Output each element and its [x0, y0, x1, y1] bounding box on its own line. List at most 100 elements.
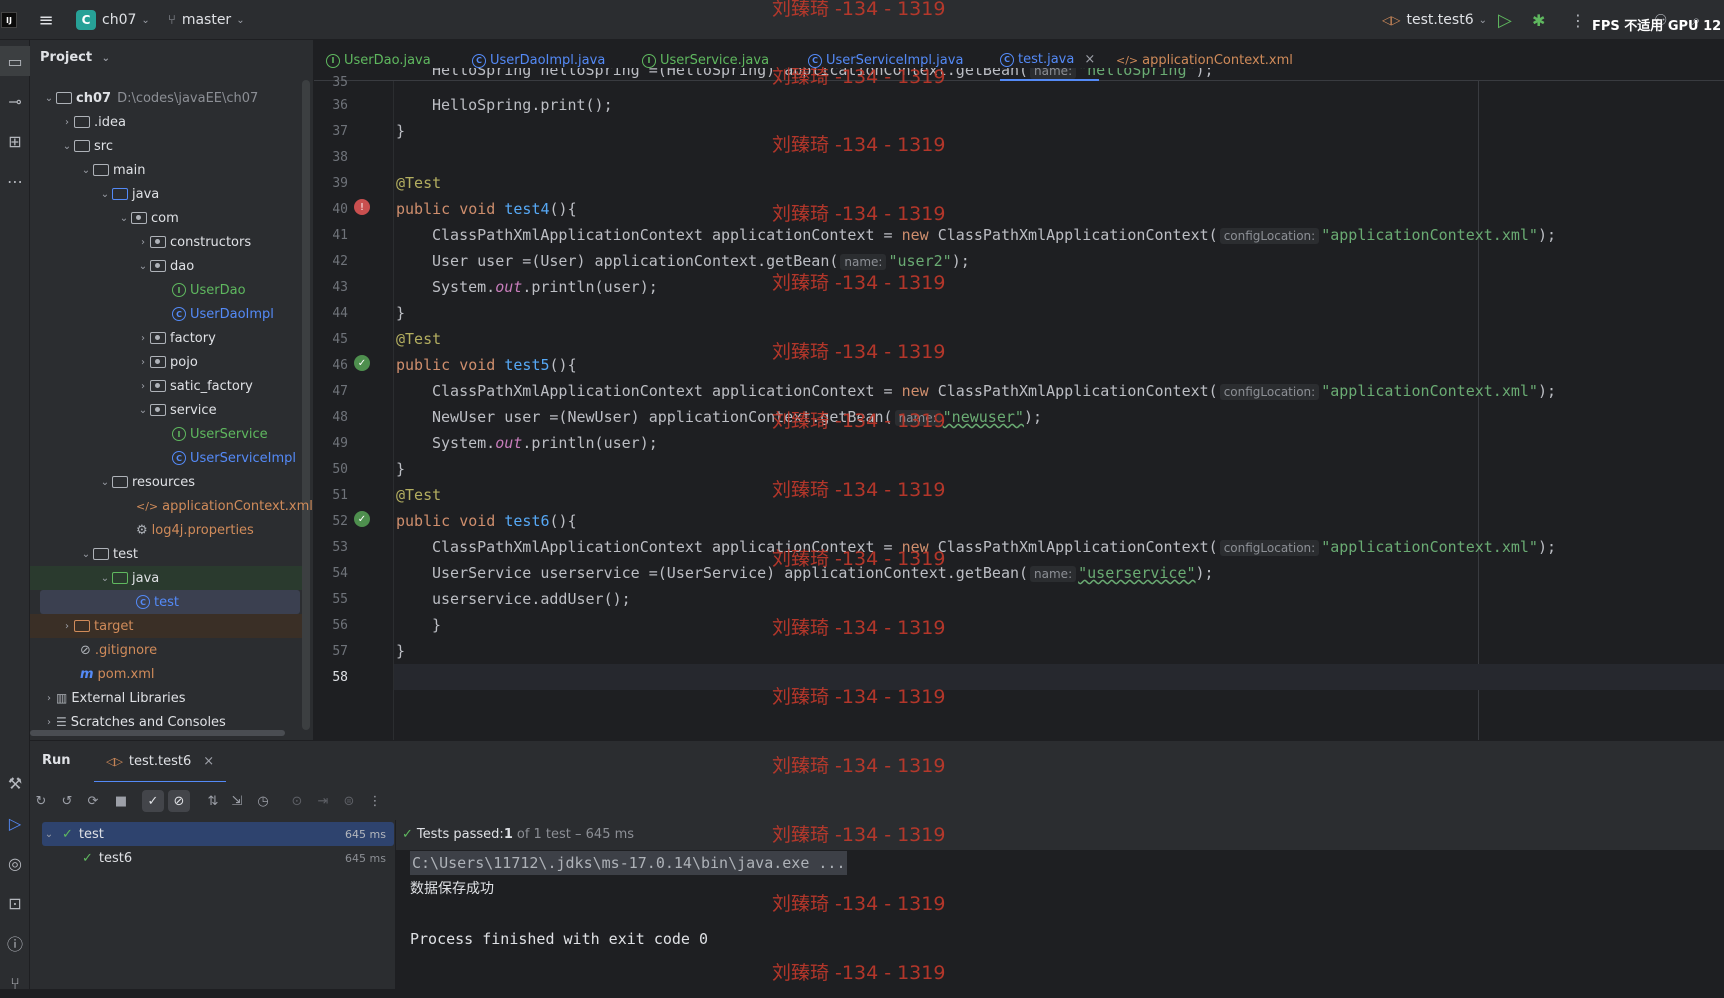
tree-item-external-libraries[interactable]: › ▥ External Libraries	[42, 686, 314, 710]
tests-passed-label: Tests passed:	[416, 827, 504, 842]
tree-item-target[interactable]: › target	[30, 614, 302, 638]
history-icon[interactable]: ◷	[252, 790, 274, 812]
tree-label: main	[113, 162, 146, 178]
show-ignored-icon[interactable]: ⊘	[168, 790, 190, 812]
rerun-failed-icon[interactable]: ↺	[56, 790, 78, 812]
run-tab-label: test.test6	[128, 753, 192, 769]
tree-item-pom[interactable]: m pom.xml	[80, 662, 352, 686]
run-config-icon: ◁▷	[1382, 13, 1401, 27]
code-line-45: @Test	[396, 330, 442, 348]
tree-item-scratches[interactable]: › ☰ Scratches and Consoles	[42, 710, 314, 734]
services-tool-icon[interactable]: ◎	[0, 848, 30, 878]
test-tree-item[interactable]: ✓ test6 645 ms	[42, 846, 394, 870]
console-command-line[interactable]: C:\Users\11712\.jdks\ms-17.0.14\bin\java…	[410, 851, 848, 875]
class-icon: C	[172, 451, 186, 465]
tree-label: pojo	[170, 354, 198, 370]
library-icon: ▥	[56, 691, 68, 705]
watermark-text: 刘臻琦 -134 - 1319	[772, 479, 946, 501]
debug-button[interactable]: ✱	[1532, 0, 1545, 40]
tree-item-gitignore[interactable]: ⊘ .gitignore	[80, 638, 352, 662]
package-icon	[150, 356, 166, 368]
tree-label: UserDao	[190, 282, 246, 298]
class-icon: C	[136, 595, 150, 609]
run-config-selector[interactable]: ◁▷ test.test6 ⌄	[1382, 0, 1487, 40]
problems-tool-icon[interactable]: ⓘ	[0, 928, 30, 958]
test-passed-icon: ✓	[82, 850, 93, 866]
project-selector[interactable]: C ch07 ⌄	[76, 0, 150, 40]
terminal-tool-icon[interactable]: ⊡	[0, 888, 30, 918]
tree-label: constructors	[170, 234, 252, 250]
tab-label: UserService.java	[660, 53, 770, 68]
code-line-39: @Test	[396, 174, 442, 192]
export-icon[interactable]: ⇥	[312, 790, 334, 812]
console-exit-line: Process finished with exit code 0	[410, 930, 709, 948]
import-icon[interactable]: ⊜	[338, 790, 360, 812]
tree-item-src[interactable]: ⌄ src	[60, 134, 332, 158]
run-tab-test6[interactable]: ◁▷ test.test6 ×	[94, 741, 227, 783]
tab-label: applicationContext.xml	[1142, 53, 1293, 68]
more-tools-icon[interactable]: ⋯	[0, 166, 30, 196]
code-line-47: ClassPathXmlApplicationContext applicati…	[432, 382, 1557, 400]
test-status-bar: ✓ Tests passed: 1 of 1 test – 645 ms	[396, 820, 1724, 850]
project-tool-icon[interactable]: ▭	[0, 46, 30, 76]
scratches-icon: ☰	[56, 715, 67, 729]
tree-label: UserService	[190, 426, 268, 442]
tree-item-test-class[interactable]: C test	[40, 590, 300, 614]
tree-label: resources	[132, 474, 196, 490]
chevron-right-icon: ›	[47, 692, 51, 704]
chevron-down-icon: ⌄	[81, 548, 91, 560]
close-icon[interactable]: ×	[203, 754, 214, 769]
build-tool-icon[interactable]: ⚒	[0, 768, 30, 798]
sort-alpha-icon[interactable]: ⇅	[202, 790, 224, 812]
watermark-text: 刘臻琦 -134 - 1319	[772, 203, 946, 225]
main-menu-icon[interactable]: ≡	[34, 0, 58, 40]
project-panel-header[interactable]: Project ⌄	[40, 50, 110, 65]
tree-item-root[interactable]: ⌄ ch07 D:\codes\javaEE\ch07	[42, 86, 314, 110]
test-tree-root[interactable]: ⌄ ✓ test 645 ms	[42, 822, 394, 846]
rerun-icon[interactable]: ↻	[30, 790, 52, 812]
git-tool-icon[interactable]: ⑂	[0, 968, 30, 998]
package-icon	[150, 380, 166, 392]
run-tool-icon[interactable]: ▷	[0, 808, 30, 838]
sort-duration-icon[interactable]: ⇲	[226, 790, 248, 812]
run-button[interactable]: ▷	[1498, 0, 1512, 40]
screenshot-icon[interactable]: ⊙	[286, 790, 308, 812]
package-icon	[150, 236, 166, 248]
tree-item-test[interactable]: ⌄ test	[79, 542, 351, 566]
code-line-48: NewUser user =(NewUser) applicationConte…	[432, 408, 1042, 426]
test-duration: 645 ms	[345, 827, 386, 841]
stop-icon[interactable]: ■	[110, 790, 132, 812]
tree-item-test-java[interactable]: ⌄ java	[30, 566, 302, 590]
run-panel-title: Run	[42, 753, 71, 768]
show-passed-icon[interactable]: ✓	[142, 790, 164, 812]
line-number: 54	[332, 566, 348, 581]
toggle-autotest-icon[interactable]: ⟳	[82, 790, 104, 812]
test-failed-icon[interactable]: !	[354, 199, 370, 215]
more-actions-icon[interactable]: ⋮	[364, 790, 386, 812]
branch-icon: ⑂	[168, 12, 176, 28]
code-line-37: }	[396, 122, 406, 140]
chevron-down-icon: ⌄	[44, 92, 54, 104]
branch-selector[interactable]: ⑂ master ⌄	[168, 0, 245, 40]
commit-tool-icon[interactable]: ⊸	[0, 86, 30, 116]
line-number: 53	[332, 540, 348, 555]
line-number: 38	[332, 150, 348, 165]
line-number: 41	[332, 228, 348, 243]
more-actions-icon[interactable]: ⋮	[1570, 0, 1586, 40]
close-icon[interactable]: ×	[1084, 52, 1095, 67]
watermark-text: 刘臻琦 -134 - 1319	[772, 410, 946, 432]
code-line-51: @Test	[396, 486, 442, 504]
test-name: test	[78, 826, 104, 842]
code-line-57: }	[396, 642, 406, 660]
xml-file-icon: </>	[1116, 54, 1139, 67]
tab-label: test.java	[1018, 52, 1075, 67]
module-folder-icon	[56, 92, 72, 104]
tree-label: dao	[170, 258, 195, 274]
source-folder-icon	[112, 188, 128, 200]
chevron-down-icon: ⌄	[138, 260, 148, 272]
tree-item-idea[interactable]: › .idea	[60, 110, 332, 134]
test-passed-icon[interactable]: ✓	[354, 511, 370, 527]
tree-item-main[interactable]: ⌄ main	[79, 158, 351, 182]
structure-tool-icon[interactable]: ⊞	[0, 126, 30, 156]
test-passed-icon[interactable]: ✓	[354, 355, 370, 371]
